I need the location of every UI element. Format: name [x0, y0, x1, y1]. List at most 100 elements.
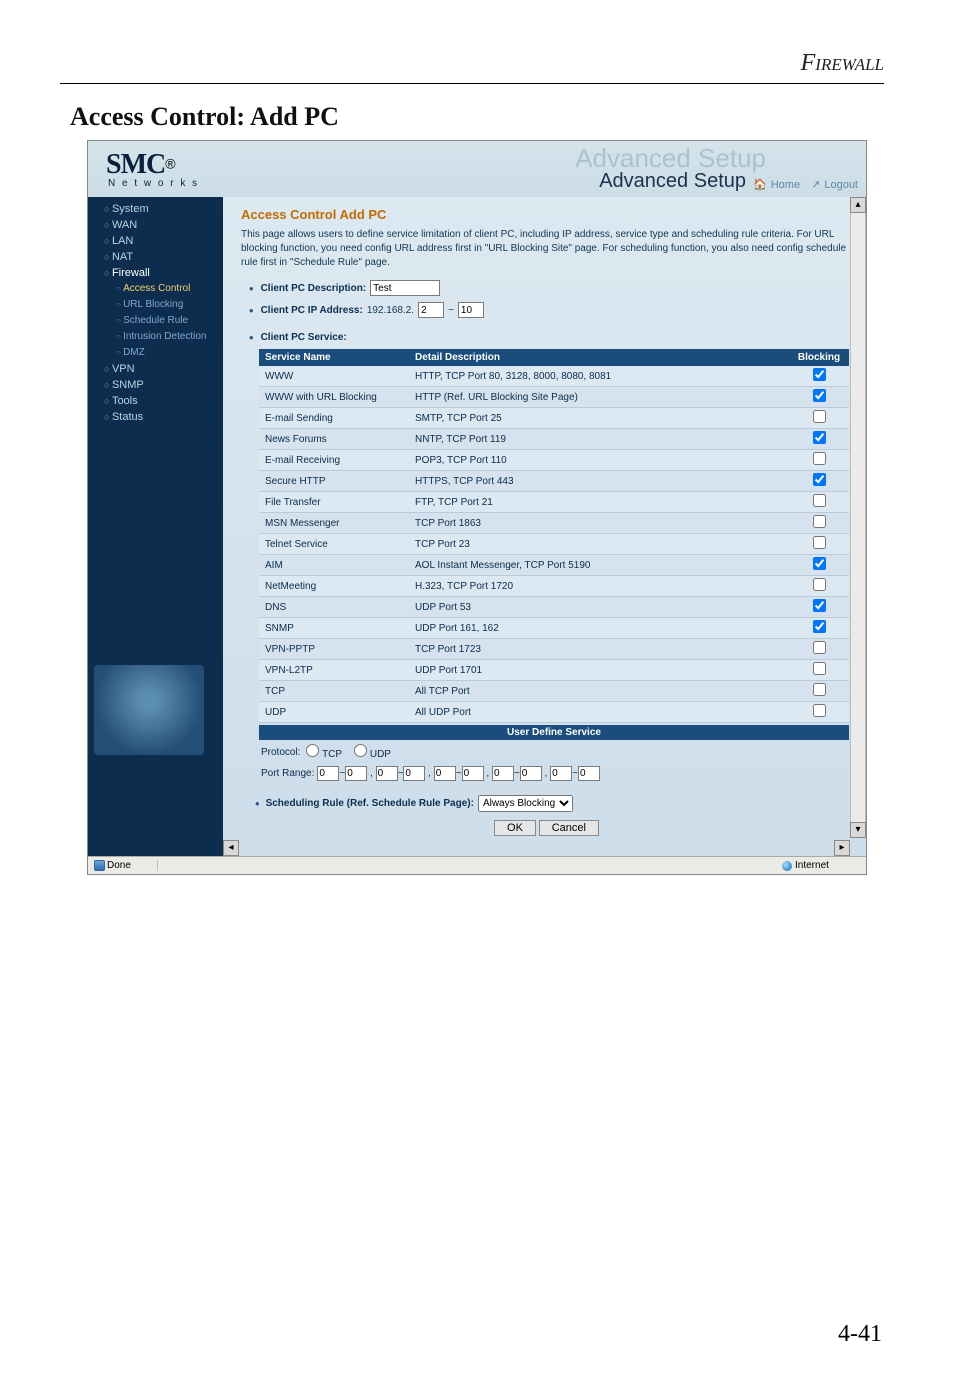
logout-icon[interactable]: ↗ — [811, 179, 820, 191]
blocking-checkbox[interactable] — [813, 662, 826, 675]
client-ip-to[interactable] — [458, 302, 484, 318]
sidebar-sub-access-control[interactable]: Access Control — [94, 281, 223, 297]
svc-name-cell: Secure HTTP — [259, 471, 409, 492]
comma-sep: , — [425, 768, 433, 779]
port-to-input[interactable] — [578, 766, 600, 781]
blocking-checkbox[interactable] — [813, 410, 826, 423]
table-row: TCPAll TCP Port — [259, 681, 849, 702]
blocking-checkbox[interactable] — [813, 389, 826, 402]
th-block: Blocking — [789, 349, 849, 366]
scroll-right-button[interactable]: ▸ — [834, 840, 850, 856]
svc-name-cell: File Transfer — [259, 492, 409, 513]
table-row: UDPAll UDP Port — [259, 702, 849, 723]
scroll-left-button[interactable]: ◂ — [223, 840, 239, 856]
blocking-checkbox[interactable] — [813, 599, 826, 612]
sidebar-item-wan[interactable]: WAN — [94, 217, 223, 233]
page-heading: Access Control: Add PC — [70, 102, 954, 132]
sidebar-sub-schedule-rule[interactable]: Schedule Rule — [94, 313, 223, 329]
blocking-checkbox[interactable] — [813, 536, 826, 549]
ok-button[interactable]: OK — [494, 820, 536, 836]
blocking-checkbox[interactable] — [813, 641, 826, 654]
port-to-input[interactable] — [462, 766, 484, 781]
content-title: Access Control Add PC — [241, 207, 852, 222]
logo: SMC® N e t w o r k s — [88, 149, 199, 189]
proto-tcp-radio[interactable] — [306, 744, 319, 757]
ie-icon — [94, 860, 105, 871]
svc-detail-cell: FTP, TCP Port 21 — [409, 492, 789, 513]
svc-detail-cell: All UDP Port — [409, 702, 789, 723]
port-from-input[interactable] — [550, 766, 572, 781]
sidebar-item-snmp[interactable]: SNMP — [94, 377, 223, 393]
client-desc-input[interactable] — [370, 280, 440, 296]
blocking-checkbox[interactable] — [813, 683, 826, 696]
app-topbar: SMC® N e t w o r k s Advanced Setup Adva… — [88, 141, 866, 197]
table-row: MSN MessengerTCP Port 1863 — [259, 513, 849, 534]
sidebar-item-lan[interactable]: LAN — [94, 233, 223, 249]
blocking-checkbox[interactable] — [813, 557, 826, 570]
svc-block-cell — [789, 408, 849, 429]
blocking-checkbox[interactable] — [813, 704, 826, 717]
proto-udp-label[interactable]: UDP — [354, 744, 391, 760]
table-row: Telnet ServiceTCP Port 23 — [259, 534, 849, 555]
sidebar-item-vpn[interactable]: VPN — [94, 361, 223, 377]
scroll-up-button[interactable]: ▴ — [850, 197, 866, 213]
scheduling-row: Scheduling Rule (Ref. Schedule Rule Page… — [255, 795, 852, 812]
scroll-down-button[interactable]: ▾ — [850, 822, 866, 838]
sidebar-decorative-image — [94, 665, 204, 755]
port-to-input[interactable] — [520, 766, 542, 781]
scrollbar-vertical[interactable] — [850, 213, 866, 822]
port-from-input[interactable] — [434, 766, 456, 781]
blocking-checkbox[interactable] — [813, 620, 826, 633]
table-row: Secure HTTPHTTPS, TCP Port 443 — [259, 471, 849, 492]
sidebar-item-nat[interactable]: NAT — [94, 249, 223, 265]
sidebar-item-system[interactable]: System — [94, 201, 223, 217]
svc-name-cell: MSN Messenger — [259, 513, 409, 534]
blocking-checkbox[interactable] — [813, 578, 826, 591]
sidebar-sub-dmz[interactable]: DMZ — [94, 345, 223, 361]
blocking-checkbox[interactable] — [813, 515, 826, 528]
svc-detail-cell: TCP Port 23 — [409, 534, 789, 555]
client-svc-label: Client PC Service: — [261, 332, 347, 343]
blocking-checkbox[interactable] — [813, 452, 826, 465]
table-row: WWW with URL BlockingHTTP (Ref. URL Bloc… — [259, 387, 849, 408]
svc-detail-cell: HTTP (Ref. URL Blocking Site Page) — [409, 387, 789, 408]
sidebar-item-firewall[interactable]: Firewall — [94, 265, 223, 281]
svc-detail-cell: H.323, TCP Port 1720 — [409, 576, 789, 597]
logout-link[interactable]: Logout — [824, 179, 858, 191]
blocking-checkbox[interactable] — [813, 494, 826, 507]
blocking-checkbox[interactable] — [813, 431, 826, 444]
sidebar-sub-intrusion[interactable]: Intrusion Detection — [94, 329, 223, 345]
port-to-input[interactable] — [403, 766, 425, 781]
table-row: AIMAOL Instant Messenger, TCP Port 5190 — [259, 555, 849, 576]
proto-udp-text: UDP — [370, 749, 391, 760]
client-ip-row: Client PC IP Address: 192.168.2. ~ — [249, 302, 852, 318]
svc-name-cell: SNMP — [259, 618, 409, 639]
port-from-input[interactable] — [492, 766, 514, 781]
svc-block-cell — [789, 366, 849, 387]
blocking-checkbox[interactable] — [813, 473, 826, 486]
svc-name-cell: News Forums — [259, 429, 409, 450]
proto-udp-radio[interactable] — [354, 744, 367, 757]
sidebar-item-tools[interactable]: Tools — [94, 393, 223, 409]
svc-detail-cell: HTTPS, TCP Port 443 — [409, 471, 789, 492]
port-to-input[interactable] — [345, 766, 367, 781]
sidebar-item-status[interactable]: Status — [94, 409, 223, 425]
svc-name-cell: Telnet Service — [259, 534, 409, 555]
sidebar-sub-url-blocking[interactable]: URL Blocking — [94, 297, 223, 313]
table-row: DNSUDP Port 53 — [259, 597, 849, 618]
svc-detail-cell: UDP Port 53 — [409, 597, 789, 618]
svc-detail-cell: All TCP Port — [409, 681, 789, 702]
svc-name-cell: VPN-PPTP — [259, 639, 409, 660]
sched-select[interactable]: Always Blocking — [478, 795, 573, 812]
port-from-input[interactable] — [317, 766, 339, 781]
proto-tcp-label[interactable]: TCP — [306, 744, 342, 760]
table-row: SNMPUDP Port 161, 162 — [259, 618, 849, 639]
blocking-checkbox[interactable] — [813, 368, 826, 381]
sidebar: System WAN LAN NAT Firewall Access Contr… — [88, 197, 223, 856]
home-icon[interactable]: 🏠 — [753, 179, 767, 191]
cancel-button[interactable]: Cancel — [539, 820, 599, 836]
client-ip-from[interactable] — [418, 302, 444, 318]
port-from-input[interactable] — [376, 766, 398, 781]
port-range-label: Port Range: — [261, 768, 314, 779]
home-link[interactable]: Home — [771, 179, 800, 191]
